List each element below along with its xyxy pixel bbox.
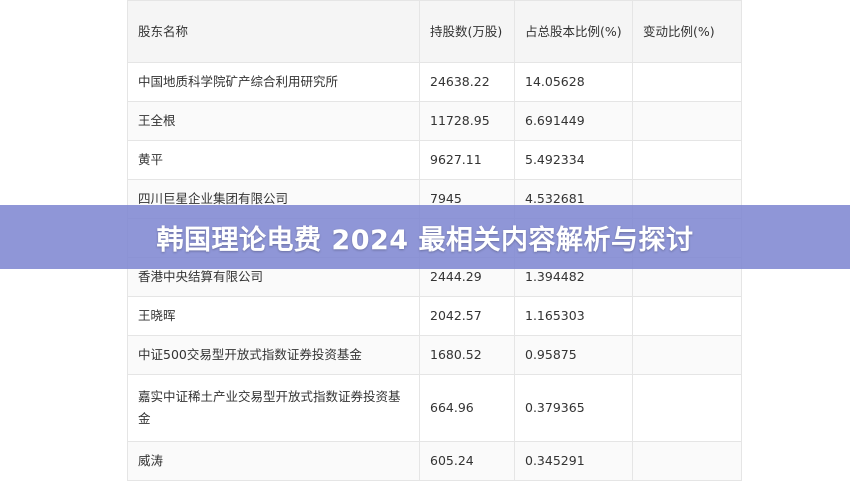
- header-shareholder-name: 股东名称: [127, 0, 420, 63]
- table-row: 中证500交易型开放式指数证券投资基金 1680.52 0.95875: [127, 335, 742, 375]
- table-row: 黄平 9627.11 5.492334: [127, 140, 742, 180]
- title-banner: 韩国理论电费 2024 最相关内容解析与探讨: [0, 205, 850, 269]
- cell-shares: 664.96: [419, 374, 515, 442]
- table-row: 嘉实中证稀土产业交易型开放式指数证券投资基金 664.96 0.379365: [127, 374, 742, 442]
- cell-name: 中证500交易型开放式指数证券投资基金: [127, 335, 420, 375]
- cell-ratio: 14.05628: [514, 62, 633, 102]
- cell-shares: 605.24: [419, 441, 515, 481]
- cell-shares: 1680.52: [419, 335, 515, 375]
- cell-shares: 9627.11: [419, 140, 515, 180]
- banner-title: 韩国理论电费 2024 最相关内容解析与探讨: [156, 224, 694, 256]
- cell-change: [632, 296, 742, 336]
- header-shares-held: 持股数(万股): [419, 0, 515, 63]
- cell-change: [632, 441, 742, 481]
- cell-shares: 24638.22: [419, 62, 515, 102]
- cell-change: [632, 62, 742, 102]
- cell-ratio: 5.492334: [514, 140, 633, 180]
- cell-change: [632, 374, 742, 442]
- cell-ratio: 6.691449: [514, 101, 633, 141]
- table-row: 王全根 11728.95 6.691449: [127, 101, 742, 141]
- cell-shares: 11728.95: [419, 101, 515, 141]
- cell-name: 中国地质科学院矿产综合利用研究所: [127, 62, 420, 102]
- table-row: 威涛 605.24 0.345291: [127, 441, 742, 481]
- cell-ratio: 1.165303: [514, 296, 633, 336]
- cell-name: 王晓晖: [127, 296, 420, 336]
- cell-name: 嘉实中证稀土产业交易型开放式指数证券投资基金: [127, 374, 420, 442]
- cell-name: 黄平: [127, 140, 420, 180]
- cell-name: 威涛: [127, 441, 420, 481]
- cell-change: [632, 101, 742, 141]
- table-row: 中国地质科学院矿产综合利用研究所 24638.22 14.05628: [127, 62, 742, 102]
- cell-change: [632, 335, 742, 375]
- cell-name: 王全根: [127, 101, 420, 141]
- cell-ratio: 0.379365: [514, 374, 633, 442]
- header-share-ratio: 占总股本比例(%): [514, 0, 633, 63]
- header-change-ratio: 变动比例(%): [632, 0, 742, 63]
- cell-ratio: 0.95875: [514, 335, 633, 375]
- table-row: 王晓晖 2042.57 1.165303: [127, 296, 742, 336]
- table-header-row: 股东名称 持股数(万股) 占总股本比例(%) 变动比例(%): [127, 0, 742, 63]
- cell-ratio: 0.345291: [514, 441, 633, 481]
- cell-change: [632, 140, 742, 180]
- cell-shares: 2042.57: [419, 296, 515, 336]
